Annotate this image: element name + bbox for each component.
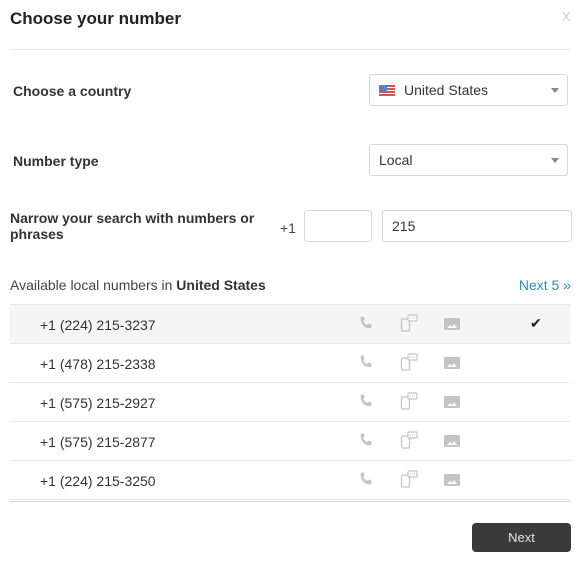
search-input[interactable] <box>382 210 572 242</box>
phone-number: +1 (224) 215-3237 <box>40 317 156 333</box>
dialog-title: Choose your number <box>10 9 181 28</box>
number-type-select-value: Local <box>379 152 413 168</box>
header-divider <box>10 49 570 50</box>
us-flag-icon <box>379 84 395 96</box>
sms-icon <box>400 392 418 415</box>
sms-icon <box>400 314 418 337</box>
phone-number: +1 (224) 215-3250 <box>40 473 156 489</box>
phone-number: +1 (478) 215-2338 <box>40 356 156 372</box>
phone-icon <box>358 432 374 453</box>
list-divider <box>10 501 571 502</box>
country-label: Choose a country <box>13 83 132 99</box>
number-row[interactable]: +1 (224) 215-3250 <box>10 461 571 500</box>
results-heading-prefix: Available local numbers in <box>10 277 177 293</box>
number-row[interactable]: +1 (575) 215-2877 <box>10 422 571 461</box>
phone-icon <box>358 471 374 492</box>
results-heading-country: United States <box>176 277 266 293</box>
phone-icon <box>358 354 374 375</box>
phone-icon <box>358 315 374 336</box>
number-type-label: Number type <box>13 153 99 169</box>
phone-icon <box>358 393 374 414</box>
next-5-link[interactable]: Next 5 » <box>519 277 571 293</box>
next-button[interactable]: Next <box>472 523 571 552</box>
area-code-input[interactable] <box>304 210 372 242</box>
mms-icon <box>443 316 461 337</box>
sms-icon <box>400 431 418 454</box>
country-select-value: United States <box>404 82 489 98</box>
chevron-down-icon <box>551 158 559 163</box>
phone-number: +1 (575) 215-2877 <box>40 434 156 450</box>
number-list: +1 (224) 215-3237 ✔ +1 (478) 215-2338 +1 (5… <box>10 304 571 500</box>
sms-icon <box>400 470 418 493</box>
number-row[interactable]: +1 (224) 215-3237 ✔ <box>10 305 571 344</box>
number-type-select[interactable]: Local <box>369 144 568 176</box>
close-button[interactable]: X <box>562 9 571 24</box>
checkmark-icon: ✔ <box>530 315 542 331</box>
mms-icon <box>443 394 461 415</box>
chevron-down-icon <box>551 88 559 93</box>
number-row[interactable]: +1 (478) 215-2338 <box>10 344 571 383</box>
mms-icon <box>443 472 461 493</box>
number-row[interactable]: +1 (575) 215-2927 <box>10 383 571 422</box>
phone-number: +1 (575) 215-2927 <box>40 395 156 411</box>
results-heading: Available local numbers in United States <box>10 277 266 293</box>
country-select[interactable]: United States <box>369 74 568 106</box>
mms-icon <box>443 433 461 454</box>
mms-icon <box>443 355 461 376</box>
country-code-label: +1 <box>280 220 296 236</box>
search-label: Narrow your search with numbers or phras… <box>10 210 255 242</box>
sms-icon <box>400 353 418 376</box>
